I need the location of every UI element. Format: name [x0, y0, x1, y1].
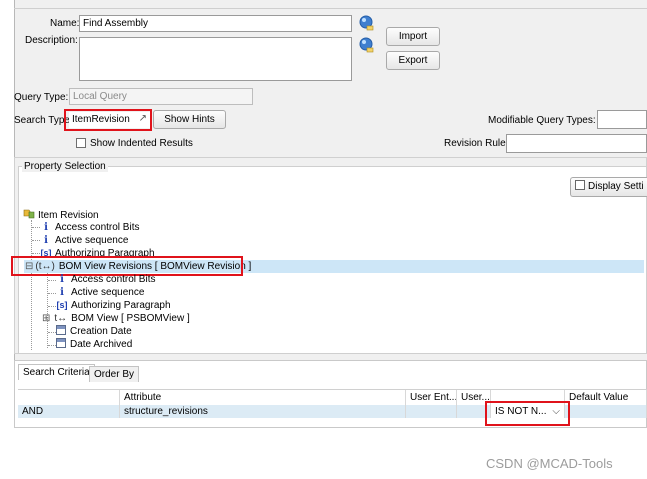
tree-connector — [48, 345, 56, 346]
watermark: CSDN @MCAD-Tools — [486, 456, 613, 471]
tree-connector — [32, 253, 40, 254]
cell-logic[interactable]: AND — [18, 405, 120, 418]
tree-item-label: Access control Bits — [55, 222, 140, 233]
tree-item-label: Item Revision — [38, 210, 99, 221]
display-settings-icon — [575, 180, 585, 190]
tree-item-access-control-bits-2[interactable]: i Access control Bits — [56, 273, 155, 286]
display-settings-label: Display Setti — [588, 181, 644, 192]
import-button[interactable]: Import — [386, 27, 440, 46]
cell-default-value[interactable] — [565, 405, 647, 418]
info-icon: i — [44, 235, 48, 246]
tree-connector — [32, 240, 40, 241]
item-revision-icon — [23, 208, 35, 222]
show-hints-button[interactable]: Show Hints — [153, 110, 226, 129]
show-indented-checkbox[interactable] — [76, 138, 86, 148]
name-label: Name: — [50, 18, 80, 29]
name-input[interactable]: Find Assembly — [79, 15, 352, 32]
name-lookup-icon[interactable] — [358, 15, 374, 31]
info-icon: i — [60, 287, 64, 298]
show-indented-label: Show Indented Results — [90, 138, 193, 149]
tree-item-date-archived[interactable]: Date Archived — [56, 338, 132, 351]
description-textarea[interactable] — [79, 37, 352, 81]
tree-item-active-sequence-2[interactable]: i Active sequence — [56, 286, 144, 299]
column-header-default-value[interactable]: Default Value — [565, 390, 647, 405]
tree-connector — [48, 293, 56, 294]
column-header-attribute[interactable]: Attribute — [120, 390, 406, 405]
tab-order-by[interactable]: Order By — [89, 366, 140, 382]
tree-item-label: Active sequence — [71, 287, 145, 298]
revision-rule-label: Revision Rule: — [444, 138, 509, 149]
tree-item-bom-view[interactable]: ⊞ t↔ BOM View [ PSBOMView ] — [42, 312, 190, 325]
cell-attribute[interactable]: structure_revisions — [120, 405, 406, 418]
column-header-user-entry[interactable]: User Ent... — [406, 390, 457, 405]
tree-item-creation-date[interactable]: Creation Date — [56, 325, 132, 338]
top-divider — [14, 8, 647, 9]
search-type-highlight — [64, 109, 152, 131]
operator-highlight — [485, 401, 570, 426]
description-label: Description: — [25, 35, 78, 46]
tree-item-label: Date Archived — [70, 339, 133, 350]
tree-item-label: Access control Bits — [71, 274, 156, 285]
tree-connector — [48, 280, 56, 281]
tree-item-label: Active sequence — [55, 235, 129, 246]
tree-connector — [48, 332, 56, 333]
modifiable-query-types-input[interactable] — [597, 110, 647, 129]
info-icon: i — [44, 222, 48, 233]
bracket-s-icon: [s] — [56, 300, 68, 310]
column-header-logic[interactable] — [18, 390, 120, 405]
reference-icon: t↔ — [54, 313, 68, 324]
display-settings-button[interactable]: Display Setti — [570, 177, 647, 197]
calendar-icon — [56, 338, 66, 348]
tree-item-label: BOM View [ PSBOMView ] — [71, 313, 190, 324]
tree-connector — [48, 306, 56, 307]
query-type-field: Local Query — [69, 88, 253, 105]
export-button[interactable]: Export — [386, 51, 440, 70]
tree-item-active-sequence[interactable]: i Active sequence — [40, 234, 128, 247]
tree-item-label: Authorizing Paragraph — [71, 300, 171, 311]
cell-user-entry[interactable] — [406, 405, 457, 418]
tree-item-authorizing-paragraph-2[interactable]: [s] Authorizing Paragraph — [56, 299, 171, 312]
revision-rule-input[interactable] — [506, 134, 647, 153]
calendar-icon — [56, 325, 66, 335]
tree-item-label: Creation Date — [70, 326, 132, 337]
query-type-label: Query Type: — [14, 92, 69, 103]
info-icon: i — [60, 274, 64, 285]
description-lookup-icon[interactable] — [358, 37, 374, 53]
tree-item-item-revision[interactable]: Item Revision — [23, 208, 99, 221]
tab-search-criteria[interactable]: Search Criteria — [18, 364, 95, 380]
tree-connector — [47, 273, 48, 348]
property-selection-title: Property Selection — [22, 161, 108, 172]
tree-connector — [32, 227, 40, 228]
expand-icon[interactable]: ⊞ — [42, 313, 50, 324]
modifiable-query-types-label: Modifiable Query Types: — [488, 115, 596, 126]
tree-item-access-control-bits[interactable]: i Access control Bits — [40, 221, 139, 234]
